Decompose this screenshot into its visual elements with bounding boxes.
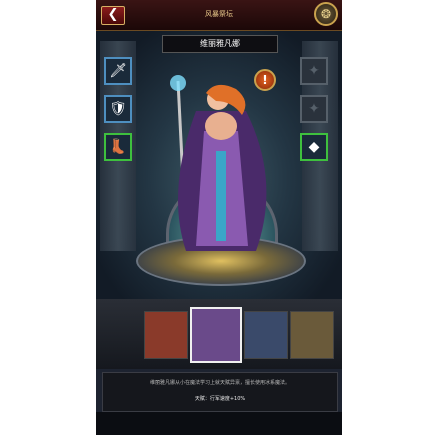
empty-slot-icon[interactable]: ✦ — [300, 57, 328, 85]
hero-description: 维丽雅凡娜从小在魔法学习上就天赋异禀，擅长使用冰系魔法。 — [149, 380, 290, 386]
hero-portrait-witch[interactable] — [144, 311, 188, 359]
sword-icon[interactable]: 🗡 — [104, 57, 132, 85]
bottom-bar — [96, 412, 342, 435]
hero-portrait-selected[interactable] — [190, 307, 242, 363]
screen-title: 风暴祭坛 — [205, 10, 233, 18]
hero-figure — [170, 75, 267, 251]
hero-description-panel: 维丽雅凡娜从小在魔法学习上就天赋异禀，擅长使用冰系魔法。 天赋：行军速度+10% — [102, 372, 338, 412]
hero-select-strip — [96, 299, 342, 369]
orb-icon[interactable]: ◆ — [300, 133, 328, 161]
hero-portrait-knight[interactable] — [244, 311, 288, 359]
boots-icon[interactable]: 👢 — [104, 133, 132, 161]
hero-talent: 天赋：行军速度+10% — [194, 396, 246, 402]
empty-slot-icon[interactable]: ✦ — [300, 95, 328, 123]
menu-emblem-button[interactable]: ❂ — [314, 2, 338, 26]
hero-scene: 维丽雅凡娜 🗡 🛡 👢 ✦ ✦ ◆ ! — [96, 31, 342, 299]
top-bar: ❮ 风暴祭坛 ❂ — [96, 0, 342, 32]
game-screen: ❮ 风暴祭坛 ❂ 维丽雅凡娜 🗡 🛡 👢 ✦ ✦ ◆ ! 维丽雅凡娜从小在魔法学… — [96, 0, 342, 435]
armor-icon[interactable]: 🛡 — [104, 95, 132, 123]
hero-portrait-dwarf[interactable] — [290, 311, 334, 359]
hero-name-plate: 维丽雅凡娜 — [162, 35, 278, 53]
